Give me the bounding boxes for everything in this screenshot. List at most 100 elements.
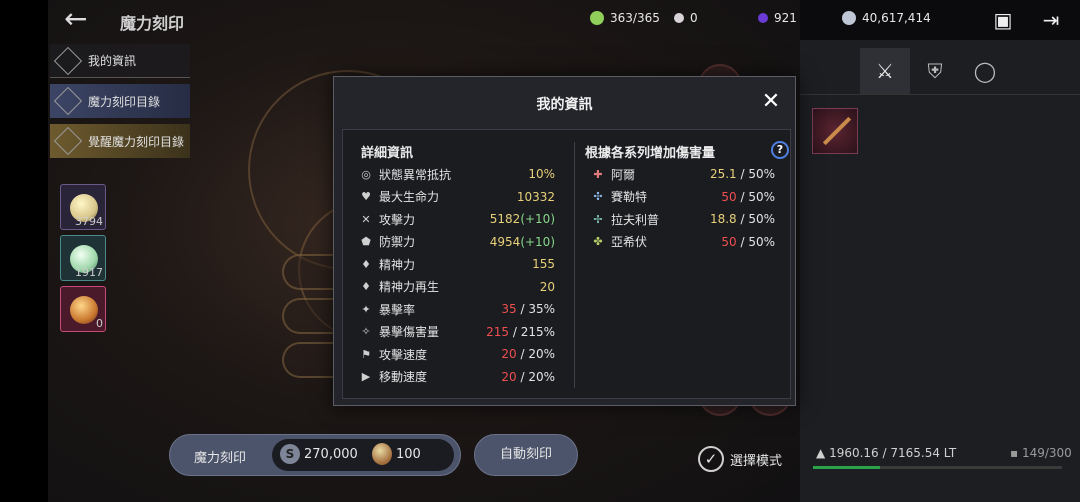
my-info-modal: 我的資訊 ✕ 詳細資訊 根據各系列增加傷害量 ? ◎ 狀態異常抵抗 10% ♥ 最大生命… (333, 76, 796, 406)
family-label: 拉夫利普 (611, 212, 660, 227)
stat-current: 155 (532, 257, 555, 271)
tab-weapons[interactable]: ⚔ (860, 48, 910, 94)
stat-row: ▶ 移動速度 20 / 20% (359, 368, 555, 386)
rune-icon (53, 126, 83, 156)
top-bar: ← 魔力刻印 363/365 0 921 40,617,414 ▣ ⇥ (48, 0, 1080, 40)
stat-row: ♥ 最大生命力 10332 (359, 188, 555, 206)
family-damage-section-title: 根據各系列增加傷害量 (585, 146, 716, 161)
stat-value: 20 / 20% (501, 370, 555, 384)
tab-armor[interactable]: ⛨ (910, 48, 960, 94)
stat-current: 35 (501, 302, 517, 316)
modal-title: 我的資訊 (536, 97, 593, 113)
family-row: ✢ 拉夫利普 18.8 / 50% (591, 210, 775, 228)
rune-icon (53, 86, 83, 116)
material-cost: 100 (396, 447, 421, 462)
stat-icon: ⚑ (361, 347, 371, 361)
slot-count: ▪ 149/300 (1010, 446, 1072, 460)
stat-value: 10% (528, 167, 555, 181)
bag-icon: ▪ (1010, 446, 1019, 460)
stat-max: / 215% (509, 324, 555, 339)
modal-body: 詳細資訊 根據各系列增加傷害量 ? ◎ 狀態異常抵抗 10% ♥ 最大生命力 10332 ✕… (342, 129, 791, 399)
stat-value: 20 / 20% (501, 347, 555, 361)
stat-current: 20 (539, 279, 555, 294)
armor-icon: ⛨ (927, 59, 943, 83)
stat-icon: ♥ (361, 190, 371, 203)
silver-coin-icon (842, 11, 856, 25)
family-max: / 50% (736, 167, 775, 181)
weight-progress-fill (813, 466, 881, 469)
weight-progress-bar (813, 466, 1062, 469)
stat-row: ◎ 狀態異常抵抗 10% (359, 165, 555, 183)
stat-icon: ✕ (361, 212, 371, 226)
ring-icon: ◯ (973, 59, 997, 83)
stat-row: ⬟ 防禦力 4954(+10) (359, 233, 555, 251)
back-arrow-icon[interactable]: ← (64, 5, 94, 34)
stat-icon: ✦ (361, 302, 371, 316)
check-circle-icon: ✓ (698, 446, 724, 472)
weight-icon: ▲ (816, 446, 826, 460)
stat-label: 精神力再生 (379, 280, 440, 294)
stat-label: 移動速度 (379, 370, 428, 384)
family-icon: ✚ (593, 167, 603, 181)
exit-door-icon[interactable]: ⇥ (1038, 8, 1064, 32)
family-icon: ✤ (593, 235, 603, 248)
page-title: 魔力刻印 (120, 14, 185, 33)
family-max: / 50% (736, 189, 775, 204)
storage-box-icon[interactable]: ▣ (990, 8, 1016, 32)
family-icon: ✣ (593, 190, 603, 203)
stat-row: ⚑ 攻擊速度 20 / 20% (359, 345, 555, 363)
stat-label: 狀態異常抵抗 (379, 167, 452, 182)
sidebar-item-inscription-list[interactable]: 魔力刻印目錄 (50, 84, 190, 118)
select-mode-toggle[interactable]: ✓ 選擇模式 (698, 446, 782, 472)
family-value: 50 / 50% (721, 235, 775, 249)
sidebar-item-awakened-list[interactable]: 覺醒魔力刻印目錄 (50, 124, 190, 158)
family-label: 阿爾 (611, 167, 636, 182)
stat-icon: ⬟ (361, 235, 371, 248)
crystal-counter: 921 (758, 11, 797, 25)
family-label: 賽勒特 (611, 190, 648, 204)
inventory-slot[interactable]: 1917 (60, 235, 106, 281)
stat-value: 5182(+10) (490, 212, 555, 226)
stat-current: 20 (501, 369, 517, 384)
inventory-slot[interactable]: 3794 (60, 184, 106, 230)
stat-icon: ▶ (361, 370, 371, 383)
weight-readout: ▲ 1960.16 / 7165.54 LT (816, 446, 957, 460)
family-value: 18.8 / 50% (710, 212, 775, 226)
inventory-tabs: ⚔ ⛨ ◯ (860, 48, 1010, 94)
stat-value: 155 (532, 257, 555, 271)
pearl-icon (674, 13, 684, 23)
column-divider (574, 142, 575, 388)
stat-current: 215 (486, 324, 510, 339)
sidebar-item-my-info[interactable]: 我的資訊 (50, 44, 190, 78)
stat-max: / 20% (516, 369, 555, 384)
detail-section-title: 詳細資訊 (361, 146, 414, 161)
stat-row: ✦ 暴擊率 35 / 35% (359, 300, 555, 318)
rose-icon (70, 296, 98, 324)
device-edge (0, 0, 48, 502)
close-icon[interactable]: ✕ (760, 91, 782, 113)
auto-inscribe-button[interactable]: 自動刻印 (474, 434, 578, 476)
help-icon[interactable]: ? (771, 141, 789, 159)
equipment-item-sword[interactable] (812, 108, 858, 154)
silver-coin-icon: S (280, 444, 300, 464)
stamina-counter: 363/365 (590, 11, 660, 25)
stat-current: 4954 (489, 234, 521, 249)
family-icon: ✢ (593, 212, 603, 226)
stat-row: ♦ 精神力 155 (359, 255, 555, 273)
search-icon (53, 46, 83, 75)
stat-bonus: (+10) (520, 212, 555, 226)
family-row: ✚ 阿爾 25.1 / 50% (591, 165, 775, 183)
family-current: 25.1 (709, 167, 737, 181)
tab-accessory[interactable]: ◯ (960, 48, 1010, 94)
stat-bonus: (+10) (520, 234, 555, 249)
stat-label: 暴擊傷害量 (379, 325, 440, 339)
stat-value: 4954(+10) (490, 235, 555, 249)
family-row: ✣ 賽勒特 50 / 50% (591, 188, 775, 206)
inventory-slot[interactable]: 0 (60, 286, 106, 332)
divider (800, 94, 1080, 95)
crystal-icon (758, 13, 768, 23)
stat-label: 攻擊速度 (379, 347, 428, 362)
family-row: ✤ 亞希伏 50 / 50% (591, 233, 775, 251)
stat-row: ♦ 精神力再生 20 (359, 278, 555, 296)
stat-label: 精神力 (379, 257, 416, 272)
